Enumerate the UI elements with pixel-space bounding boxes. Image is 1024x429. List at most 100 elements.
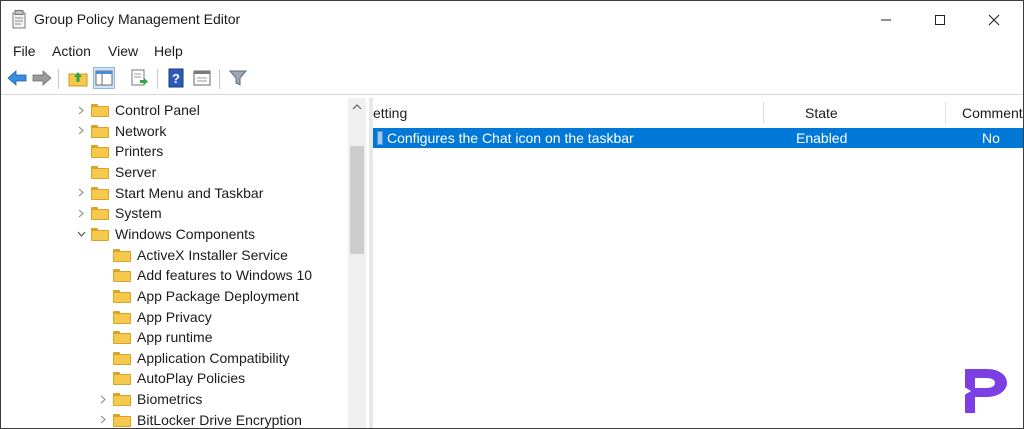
menu-file[interactable]: File [13, 43, 36, 59]
table-row[interactable]: Configures the Chat icon on the taskbar … [373, 128, 1023, 148]
folder-icon [91, 124, 109, 138]
folder-icon [113, 392, 131, 407]
folder-icon [113, 371, 131, 386]
tree-item-label: Biometrics [137, 391, 203, 408]
tree-item[interactable]: Windows Components [75, 224, 255, 244]
filter-button[interactable] [227, 67, 249, 89]
scroll-up-button[interactable] [348, 98, 366, 116]
tree-item[interactable]: ActiveX Installer Service [97, 245, 288, 265]
toolbar-separator [157, 69, 158, 89]
tree-item-label: Windows Components [115, 225, 256, 242]
settings-list: etting State Comment Configures the Chat… [373, 98, 1023, 428]
column-divider[interactable] [945, 102, 946, 124]
back-button[interactable] [6, 67, 28, 89]
column-divider[interactable] [763, 102, 764, 124]
folder-icon [91, 103, 109, 117]
folder-icon [113, 330, 131, 345]
policy-editor-icon [12, 10, 26, 29]
toolbar-separator [219, 69, 220, 89]
show-hide-tree-button[interactable] [93, 67, 115, 89]
close-icon [988, 14, 1000, 26]
menu-help[interactable]: Help [154, 43, 183, 59]
close-button[interactable] [971, 1, 1017, 39]
toolbar: ? [1, 64, 1023, 95]
chevron-right-icon[interactable] [75, 187, 87, 199]
tree-item-label: AutoPlay Policies [137, 370, 246, 387]
show-hide-tree-icon [95, 70, 113, 86]
folder-icon [113, 413, 131, 427]
tree-item[interactable]: App runtime [97, 327, 212, 347]
tree-item[interactable]: Network [75, 121, 166, 141]
row-state: Enabled [796, 130, 848, 146]
tree-item[interactable]: Control Panel [75, 100, 200, 120]
tree-item-label: Add features to Windows 10 [137, 267, 313, 284]
chevron-right-icon[interactable] [97, 414, 109, 426]
chevron-right-icon[interactable] [97, 393, 109, 405]
title-bar: Group Policy Management Editor [1, 1, 1023, 39]
minimize-icon [881, 19, 891, 21]
tree-item[interactable]: Biometrics [97, 389, 202, 409]
folder-icon [113, 248, 131, 262]
forward-icon [32, 70, 52, 86]
tree-item[interactable]: Start Menu and Taskbar [75, 183, 263, 203]
menu-view[interactable]: View [108, 43, 138, 59]
chevron-down-icon[interactable] [75, 228, 87, 240]
maximize-button[interactable] [917, 1, 963, 39]
column-header-state[interactable]: State [805, 98, 955, 128]
forward-button[interactable] [31, 67, 53, 89]
tree-scrollbar[interactable] [348, 98, 366, 428]
tree-item-label: Application Compatibility [137, 349, 290, 366]
scroll-thumb[interactable] [350, 146, 364, 254]
folder-icon [113, 268, 131, 283]
navigation-tree[interactable]: Control Panel Network Printers Server Start … [1, 98, 369, 428]
chevron-right-icon[interactable] [75, 104, 87, 116]
tree-item-label: ActiveX Installer Service [137, 246, 288, 263]
svg-text:?: ? [172, 71, 180, 86]
chevron-up-icon [352, 104, 362, 110]
toolbar-separator [58, 69, 59, 89]
tree-item-label: Control Panel [115, 102, 200, 118]
tree-item[interactable]: BitLocker Drive Encryption [97, 410, 302, 428]
up-folder-button[interactable] [67, 67, 89, 89]
properties-button[interactable] [191, 67, 213, 89]
folder-icon [91, 144, 109, 159]
tree-item-label: Server [115, 163, 157, 180]
maximize-icon [935, 15, 945, 25]
row-comment: No [982, 130, 1000, 146]
menu-action[interactable]: Action [52, 43, 91, 59]
chevron-right-icon[interactable] [75, 125, 87, 137]
tree-item-label: Network [115, 122, 167, 139]
tree-item-label: Printers [115, 143, 164, 160]
tree-item[interactable]: App Privacy [97, 307, 212, 327]
row-setting: Configures the Chat icon on the taskbar [387, 130, 634, 146]
up-folder-icon [68, 72, 88, 87]
tree-item[interactable]: App Package Deployment [97, 286, 299, 306]
tree-item[interactable]: AutoPlay Policies [97, 368, 245, 388]
tree-item[interactable]: Application Compatibility [97, 348, 290, 368]
minimize-button[interactable] [863, 1, 909, 39]
column-header-setting[interactable]: etting [373, 98, 803, 128]
chevron-right-icon[interactable] [75, 207, 87, 219]
tree-item-label: App Package Deployment [137, 287, 299, 304]
menu-bar: File Action View Help [1, 39, 1023, 63]
tree-item[interactable]: Printers [75, 141, 163, 161]
tree-item[interactable]: System [75, 203, 162, 223]
help-icon: ? [168, 68, 184, 88]
tree-item[interactable]: Add features to Windows 10 [97, 265, 312, 285]
folder-icon [113, 289, 131, 303]
help-button[interactable]: ? [165, 67, 187, 89]
column-header-comment[interactable]: Comment [962, 98, 1023, 128]
site-logo-icon [961, 369, 1007, 413]
export-list-button[interactable] [129, 67, 151, 89]
folder-icon [91, 227, 109, 241]
tree-item[interactable]: Server [75, 162, 156, 182]
tree-item-label: BitLocker Drive Encryption [137, 411, 302, 428]
export-list-icon [131, 69, 148, 86]
